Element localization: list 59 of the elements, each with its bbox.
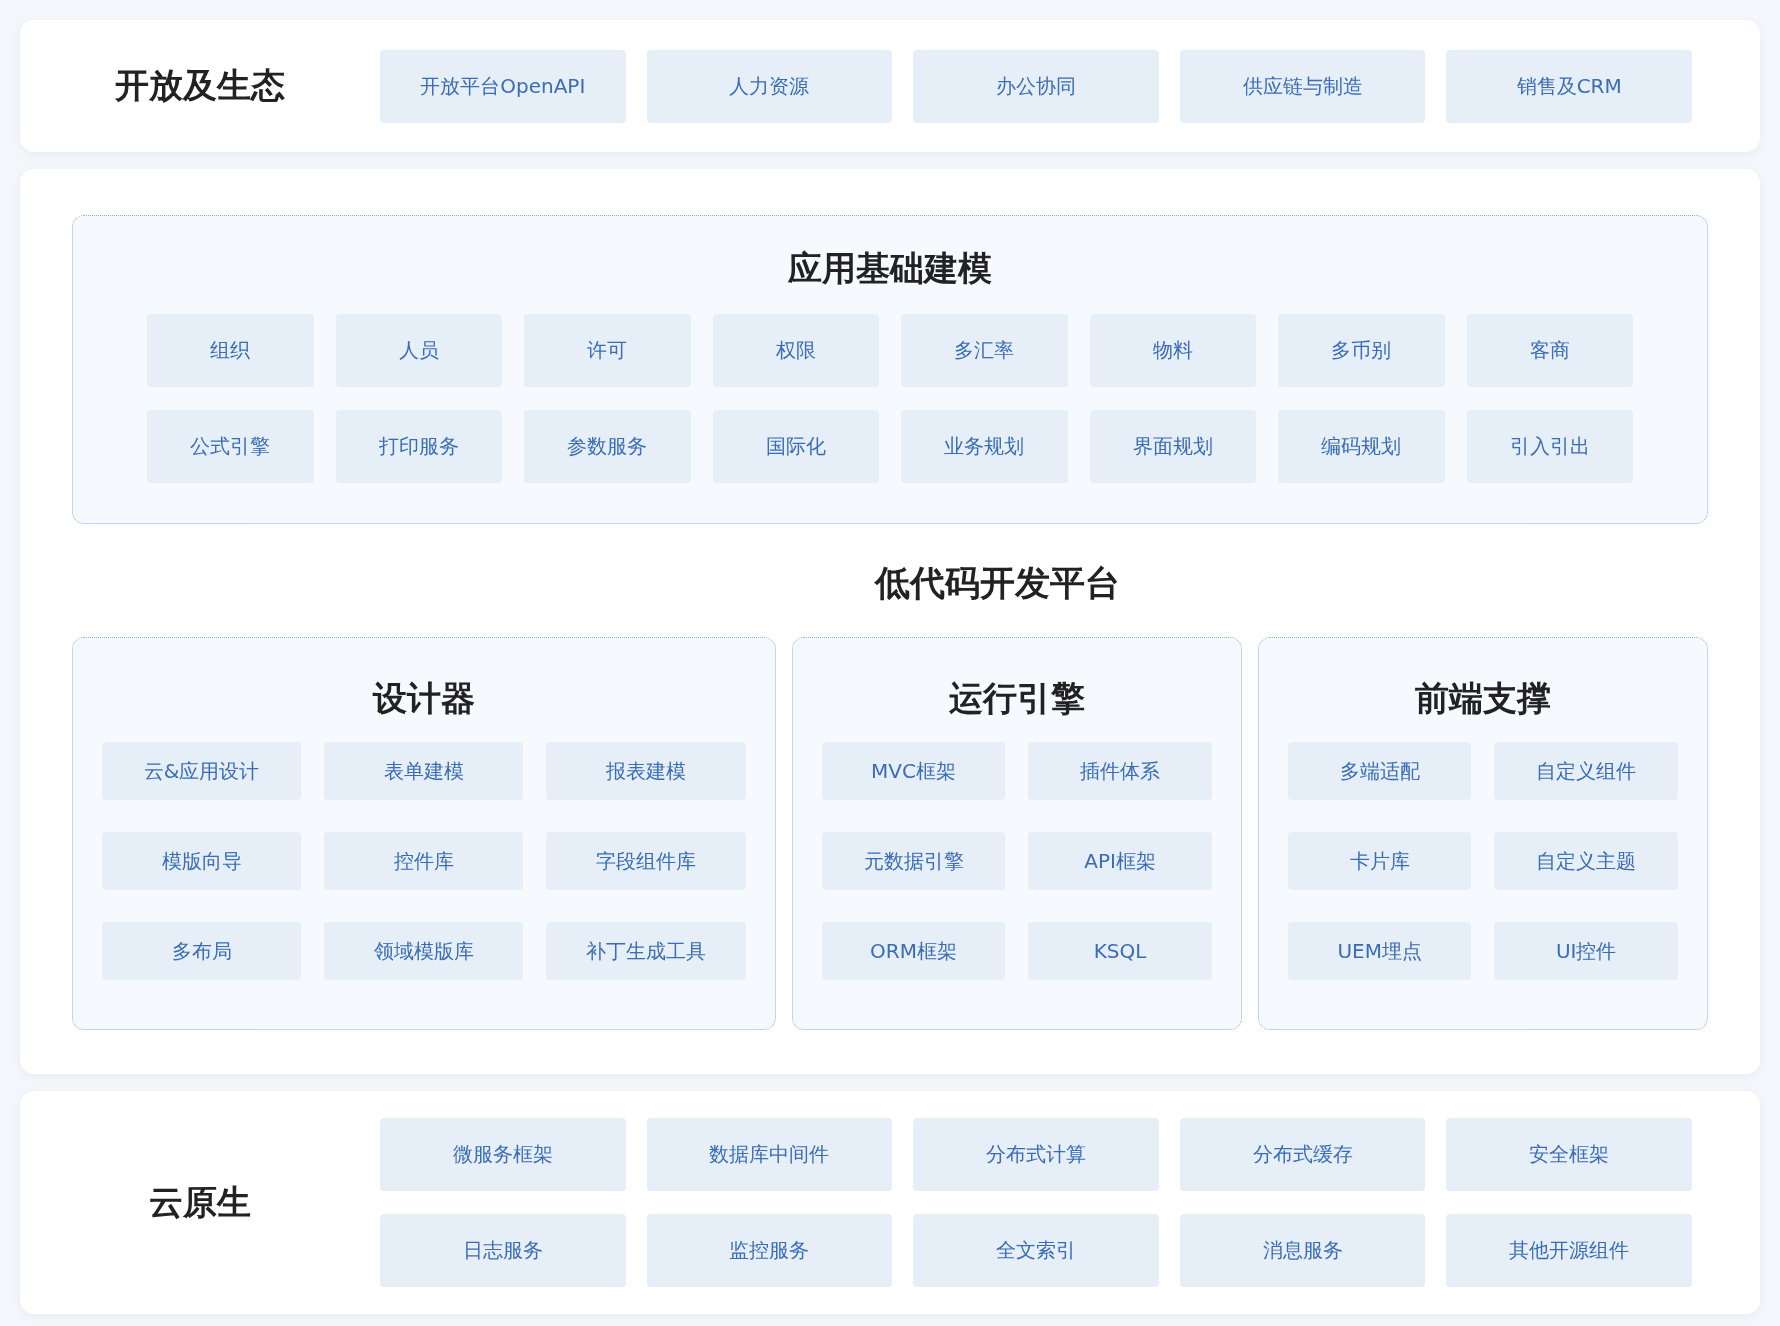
module-tile: 许可 [524,314,691,387]
module-tile: 多端适配 [1287,742,1472,800]
module-tile: 公式引擎 [147,410,314,483]
module-tile: 领域模版库 [324,922,524,980]
module-tile: 物料 [1089,314,1256,387]
module-tile: 开放平台OpenAPI [380,49,626,123]
module-tile: 消息服务 [1179,1214,1426,1287]
module-tile: 客商 [1466,314,1633,387]
module-tile: 分布式缓存 [1179,1118,1426,1191]
panel-title: 设计器 [371,677,476,720]
module-tile: 引入引出 [1466,410,1633,483]
module-tile: 界面规划 [1089,410,1256,483]
module-tile: 微服务框架 [380,1118,626,1191]
module-tile: 卡片库 [1287,832,1472,890]
module-tile: 编码规划 [1278,410,1445,483]
module-tile: 补丁生成工具 [546,922,746,980]
module-tile: 供应链与制造 [1179,49,1426,123]
module-tile: MVC框架 [821,742,1006,800]
module-tile: 全文索引 [913,1214,1159,1287]
module-tile: 销售及CRM [1446,49,1692,123]
section-title: 开放及生态 [114,64,286,107]
module-tile: 多汇率 [901,314,1068,387]
module-tile: 多币别 [1278,314,1445,387]
module-tile: 模版向导 [102,832,302,890]
module-tile: 数据库中间件 [646,1118,893,1191]
module-tile: UEM埋点 [1287,922,1472,980]
module-tile: 权限 [712,314,879,387]
module-tile: 自定义组件 [1494,742,1678,800]
module-tile: 打印服务 [335,410,502,483]
module-tile: ORM框架 [821,922,1006,980]
module-tile: 日志服务 [380,1214,626,1287]
platform-title: 低代码开发平台 [873,562,1121,605]
module-tile: 参数服务 [524,410,691,483]
module-tile: 多布局 [102,922,302,980]
module-tile: 人力资源 [646,49,893,123]
section-title: 云原生 [148,1180,252,1224]
module-tile: 字段组件库 [546,832,746,890]
module-tile: 云&应用设计 [102,742,302,800]
module-tile: UI控件 [1494,922,1678,980]
module-tile: 组织 [147,314,314,387]
module-tile: 监控服务 [646,1214,893,1287]
module-tile: 自定义主题 [1494,832,1678,890]
module-tile: 控件库 [324,832,524,890]
module-tile: 办公协同 [913,49,1159,123]
module-tile: 元数据引擎 [821,832,1006,890]
panel-title: 前端支撑 [1413,677,1552,720]
module-tile: 其他开源组件 [1446,1214,1692,1287]
module-tile: KSQL [1028,922,1212,980]
module-tile: 分布式计算 [913,1118,1159,1191]
panel-title: 运行引擎 [947,677,1086,720]
module-tile: 人员 [335,314,502,387]
module-tile: 安全框架 [1446,1118,1692,1191]
module-tile: 插件体系 [1028,742,1212,800]
module-tile: 表单建模 [324,742,524,800]
module-tile: 报表建模 [546,742,746,800]
module-tile: 国际化 [712,410,879,483]
module-tile: 业务规划 [901,410,1068,483]
module-tile: API框架 [1028,832,1212,890]
panel-title: 应用基础建模 [787,247,993,290]
